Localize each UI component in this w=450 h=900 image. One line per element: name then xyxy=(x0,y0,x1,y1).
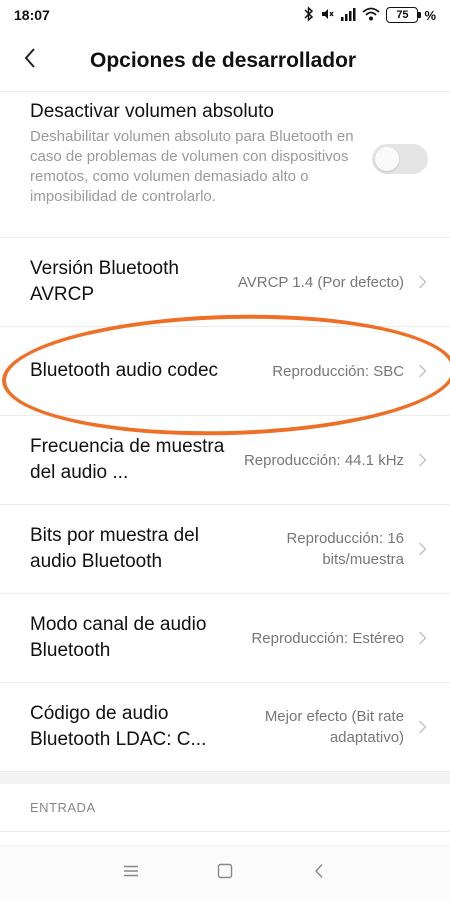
setting-label: Bits por muestra del audio Bluetooth xyxy=(30,525,199,572)
setting-value: Reproducción: Estéreo xyxy=(251,629,405,647)
setting-label: Versión Bluetooth AVRCP xyxy=(30,258,179,305)
status-bar: 18:07 75 % xyxy=(0,0,450,30)
chevron-right-icon xyxy=(418,630,428,646)
chevron-right-icon xyxy=(418,541,428,557)
signal-icon xyxy=(340,7,356,24)
setting-value: Reproducción: 16 bits/muestra xyxy=(286,530,405,568)
chevron-right-icon xyxy=(418,719,428,735)
bluetooth-icon xyxy=(304,5,314,25)
setting-label: Bluetooth audio codec xyxy=(30,360,219,381)
settings-item-channel-mode[interactable]: Modo canal de audio Bluetooth Reproducci… xyxy=(0,594,450,683)
setting-value: Reproducción: SBC xyxy=(272,362,405,380)
chevron-right-icon xyxy=(418,274,428,290)
back-triangle-icon xyxy=(314,863,324,884)
navigation-bar xyxy=(0,845,450,900)
section-header-input: ENTRADA xyxy=(0,784,450,832)
recents-button[interactable] xyxy=(84,846,178,900)
settings-list: Desactivar volumen absoluto Deshabilitar… xyxy=(0,92,450,832)
battery-percent-sign: % xyxy=(424,7,436,23)
battery-level: 75 xyxy=(396,9,409,21)
setting-label: Frecuencia de muestra del audio ... xyxy=(30,436,225,483)
settings-item-avrcp-version[interactable]: Versión Bluetooth AVRCP AVRCP 1.4 (Por d… xyxy=(0,238,450,327)
setting-description: Deshabilitar volumen absoluto para Bluet… xyxy=(30,128,354,205)
setting-title: Desactivar volumen absoluto xyxy=(30,101,274,122)
nav-back-button[interactable] xyxy=(272,846,366,900)
absolute-volume-setting: Desactivar volumen absoluto Deshabilitar… xyxy=(0,92,450,238)
home-button[interactable] xyxy=(178,846,272,900)
page-title: Opciones de desarrollador xyxy=(90,48,357,72)
settings-item-ldac-codec[interactable]: Código de audio Bluetooth LDAC: C... Mej… xyxy=(0,683,450,772)
section-divider xyxy=(0,772,450,784)
settings-item-audio-codec[interactable]: Bluetooth audio codec Reproducción: SBC xyxy=(0,327,450,416)
absolute-volume-toggle[interactable] xyxy=(372,144,428,174)
settings-item-sample-rate[interactable]: Frecuencia de muestra del audio ... Repr… xyxy=(0,416,450,505)
setting-label: Código de audio Bluetooth LDAC: C... xyxy=(30,703,207,750)
settings-item-bits-per-sample[interactable]: Bits por muestra del audio Bluetooth Rep… xyxy=(0,505,450,594)
header: Opciones de desarrollador xyxy=(0,30,450,92)
setting-value: Mejor efecto (Bit rate adaptativo) xyxy=(264,708,405,746)
back-button[interactable] xyxy=(0,30,60,92)
chevron-right-icon xyxy=(418,363,428,379)
status-time: 18:07 xyxy=(14,7,50,23)
home-square-icon xyxy=(217,863,233,884)
wifi-icon xyxy=(362,7,381,24)
setting-value: Reproducción: 44.1 kHz xyxy=(243,451,405,469)
toggle-knob xyxy=(375,147,399,171)
setting-label: Modo canal de audio Bluetooth xyxy=(30,614,207,661)
mute-icon xyxy=(320,7,334,24)
menu-icon xyxy=(123,864,139,882)
battery-icon: 75 xyxy=(386,7,422,23)
chevron-right-icon xyxy=(418,452,428,468)
status-icons: 75 % xyxy=(304,5,436,25)
chevron-left-icon xyxy=(23,47,37,74)
setting-value: AVRCP 1.4 (Por defecto) xyxy=(237,273,405,291)
